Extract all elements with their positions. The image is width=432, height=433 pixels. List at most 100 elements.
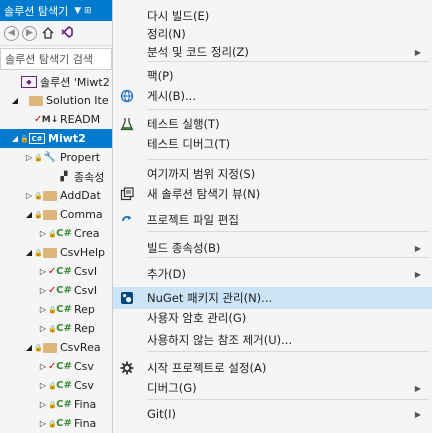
collapsed-arrow-icon[interactable]: ▷	[38, 362, 48, 371]
menu-separator	[147, 159, 429, 160]
menu-item-label: 게시(B)...	[147, 89, 196, 103]
tree-item[interactable]: ✓ M↓ READM	[0, 110, 112, 129]
menu-item-사용자-암호-관리-g[interactable]: 사용자 암호 관리(G)	[113, 307, 432, 329]
menu-item-테스트-디버그-t[interactable]: 테스트 디버그(T)	[113, 133, 432, 155]
explorer-search-input[interactable]: 솔루션 탐색기 검색	[0, 48, 112, 70]
tree-item[interactable]: ▷ 🔒 C# Fina	[0, 395, 112, 414]
tree-item[interactable]: ▷ 🔒 C# Csv	[0, 376, 112, 395]
tree-item[interactable]: ▷ ✓ C# Csv	[0, 357, 112, 376]
tree-item[interactable]: ▷ ✓ C# CsvI	[0, 262, 112, 281]
lock-icon: 🔒	[48, 400, 57, 409]
tree-item[interactable]: ▞ 종속성	[0, 167, 112, 186]
tree-item[interactable]: ▷ 🔒 🔧 Propert	[0, 148, 112, 167]
explorer-title: 솔루션 탐색기	[4, 4, 69, 18]
menu-item-label: 시작 프로젝트로 설정(A)	[147, 361, 267, 375]
menu-item-게시-b[interactable]: 게시(B)...	[113, 85, 432, 107]
tree-item-label: CsvI	[74, 265, 98, 278]
tree-item[interactable]: ▷ 🔒 C# Crea	[0, 224, 112, 243]
tree-item[interactable]: ◢ 🔒 CsvRea	[0, 338, 112, 357]
menu-item-프로젝트-파일-편집[interactable]: 프로젝트 파일 편집	[113, 209, 432, 231]
csharp-file-icon: C#	[56, 399, 72, 410]
submenu-arrow-icon: ▶	[414, 47, 421, 57]
menu-item-추가-d[interactable]: 추가(D) ▶	[113, 263, 432, 285]
menu-item-nuget-패키지-관리-n[interactable]: NuGet 패키지 관리(N)...	[113, 287, 432, 309]
tree-item[interactable]: ◢ 🔒 C# Miwt2	[0, 129, 112, 148]
menu-item-팩-p[interactable]: 팩(P)	[113, 65, 432, 87]
tree-item[interactable]: ▷ 🔒 C# Rep	[0, 300, 112, 319]
menu-item-테스트-실행-t[interactable]: 테스트 실행(T)	[113, 113, 432, 135]
menu-item-시작-프로젝트로-설정-a[interactable]: 시작 프로젝트로 설정(A)	[113, 357, 432, 379]
tree-item-label: Miwt2	[48, 132, 86, 145]
menu-item-label: 여기까지 범위 지정(S)	[147, 167, 256, 181]
expanded-arrow-icon[interactable]: ◢	[24, 343, 34, 352]
folder-icon	[43, 342, 57, 353]
menu-item-label: 사용자 암호 관리(G)	[147, 311, 247, 325]
collapsed-arrow-icon[interactable]: ▷	[38, 324, 48, 333]
expanded-arrow-icon[interactable]: ◢	[24, 248, 34, 257]
menu-item-새-솔루션-탐색기-뷰-n[interactable]: 새 솔루션 탐색기 뷰(N)	[113, 183, 432, 205]
menu-item-label: 프로젝트 파일 편집	[147, 213, 239, 227]
home-icon[interactable]	[40, 25, 56, 41]
menu-separator	[147, 231, 429, 232]
collapsed-arrow-icon[interactable]: ▷	[38, 305, 48, 314]
collapsed-arrow-icon[interactable]: ▷	[38, 381, 48, 390]
csharp-project-icon: C#	[29, 133, 45, 144]
tree-item-label: READM	[60, 113, 101, 126]
tree-item[interactable]: ▷ 🔒 C# Rep	[0, 319, 112, 338]
expanded-arrow-icon[interactable]: ◢	[10, 96, 20, 105]
lock-icon: 🔒	[48, 381, 57, 390]
collapsed-arrow-icon[interactable]: ▷	[38, 229, 48, 238]
csharp-file-icon: C#	[56, 304, 72, 315]
solution-icon: ◆	[21, 75, 37, 88]
folder-icon	[43, 247, 57, 258]
menu-item-label: 분석 및 코드 정리(Z)	[147, 45, 249, 59]
collapsed-arrow-icon[interactable]: ▷	[38, 267, 48, 276]
nuget-icon	[119, 290, 135, 306]
menu-item-분석-및-코드-정리-z[interactable]: 분석 및 코드 정리(Z) ▶	[113, 41, 432, 63]
lock-icon: 🔒	[34, 210, 43, 219]
tree-item[interactable]: ▷ 🔒 C# Fina	[0, 414, 112, 433]
collapsed-arrow-icon[interactable]: ▷	[24, 153, 34, 162]
tree-item-label: 솔루션 'Miwt2	[40, 75, 110, 89]
tree-item-label: Csv	[74, 360, 94, 373]
collapsed-arrow-icon[interactable]: ▷	[38, 286, 48, 295]
tree-item-label: CsvHelp	[60, 246, 105, 259]
checked-in-icon: ✓	[48, 285, 57, 296]
tree-item[interactable]: ▷ 🔒 AddDat	[0, 186, 112, 205]
tree-item[interactable]: ◢ 🔒 Comma	[0, 205, 112, 224]
lock-icon: 🔒	[34, 343, 43, 352]
back-icon[interactable]: ◀	[4, 25, 19, 41]
submenu-arrow-icon: ▶	[414, 243, 421, 253]
expanded-arrow-icon[interactable]: ◢	[24, 210, 34, 219]
menu-item-git-i[interactable]: Git(I) ▶	[113, 403, 432, 425]
properties-icon: 🔧	[43, 152, 57, 163]
tree-item[interactable]: ◢ 🔒 CsvHelp	[0, 243, 112, 262]
pin-icon[interactable]: ▼ ⊞	[74, 6, 91, 16]
folder-icon	[29, 95, 43, 106]
csharp-file-icon: C#	[56, 380, 72, 391]
collapsed-arrow-icon[interactable]: ▷	[38, 400, 48, 409]
menu-item-빌드-종속성-b[interactable]: 빌드 종속성(B) ▶	[113, 237, 432, 259]
expanded-arrow-icon[interactable]: ◢	[10, 134, 20, 143]
forward-icon[interactable]: ▶	[22, 25, 37, 41]
tree-item-label: AddDat	[60, 189, 101, 202]
tree-item[interactable]: ▷ ✓ C# CsvI	[0, 281, 112, 300]
tree-item-label: Rep	[74, 303, 95, 316]
menu-item-사용하지-않는-참조-제거-u[interactable]: 사용하지 않는 참조 제거(U)...	[113, 329, 432, 351]
csharp-file-icon: C#	[56, 418, 72, 429]
lock-icon: 🔒	[48, 324, 57, 333]
vs-switch-icon[interactable]	[59, 25, 75, 41]
lock-icon: 🔒	[34, 191, 43, 200]
lock-icon: 🔒	[48, 229, 57, 238]
tree-item[interactable]: ◢ Solution Ite	[0, 91, 112, 110]
menu-item-디버그-g[interactable]: 디버그(G) ▶	[113, 377, 432, 399]
csharp-file-icon: C#	[56, 361, 72, 372]
tree-item-label: Fina	[74, 417, 97, 430]
tree-item[interactable]: ◆ 솔루션 'Miwt2	[0, 72, 112, 91]
dependencies-icon: ▞	[60, 171, 68, 182]
menu-item-label: 테스트 디버그(T)	[147, 137, 231, 151]
collapsed-arrow-icon[interactable]: ▷	[38, 419, 48, 428]
flask-icon	[119, 116, 135, 132]
collapsed-arrow-icon[interactable]: ▷	[24, 191, 34, 200]
menu-item-여기까지-범위-지정-s[interactable]: 여기까지 범위 지정(S)	[113, 163, 432, 185]
